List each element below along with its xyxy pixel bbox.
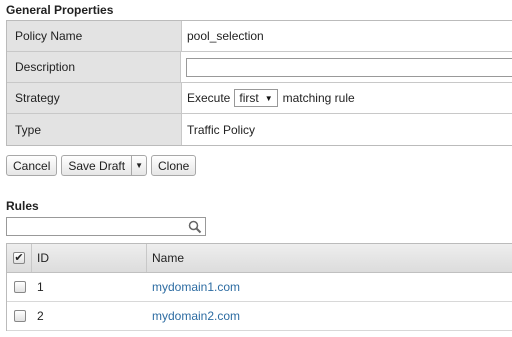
search-icon[interactable]	[188, 220, 202, 234]
policy-name-label: Policy Name	[7, 21, 182, 51]
rules-table-header: ✔ ID Name	[7, 244, 512, 273]
chevron-down-icon: ▼	[264, 93, 273, 103]
table-row: 1 mydomain1.com	[7, 273, 512, 302]
rule-name-link[interactable]: mydomain2.com	[152, 309, 240, 323]
strategy-select-value: first	[239, 91, 259, 105]
select-all-checkbox[interactable]: ✔	[13, 252, 25, 264]
description-row: Description	[7, 52, 512, 83]
strategy-select[interactable]: first ▼	[234, 89, 278, 107]
save-draft-button[interactable]: Save Draft	[61, 155, 132, 176]
policy-name-value: pool_selection	[182, 21, 512, 51]
table-row: 2 mydomain2.com	[7, 302, 512, 331]
cancel-button[interactable]: Cancel	[6, 155, 58, 176]
rules-search-input[interactable]	[6, 217, 206, 236]
description-label: Description	[7, 52, 181, 82]
column-header-id[interactable]: ID	[32, 244, 147, 272]
strategy-row: Strategy Execute first ▼ matching rule	[7, 83, 512, 114]
description-input[interactable]	[186, 57, 512, 77]
action-buttons: Cancel Save Draft ▼ Clone	[6, 155, 197, 176]
row-checkbox[interactable]	[13, 310, 26, 322]
strategy-suffix: matching rule	[282, 91, 355, 105]
rule-id: 1	[37, 280, 44, 294]
strategy-prefix: Execute	[187, 91, 231, 105]
type-row: Type Traffic Policy	[7, 114, 512, 145]
chevron-down-icon: ▼	[135, 161, 143, 170]
type-value: Traffic Policy	[182, 114, 512, 145]
rules-table: ✔ ID Name 1 mydomain1.com 2 mydomain2.co…	[6, 243, 512, 331]
column-header-name[interactable]: Name	[147, 244, 512, 272]
checkmark-icon: ✔	[14, 251, 24, 264]
rule-name-link[interactable]: mydomain1.com	[152, 280, 240, 294]
rule-id: 2	[37, 309, 44, 323]
clone-button[interactable]: Clone	[150, 155, 197, 176]
general-properties-title: General Properties	[6, 3, 114, 17]
save-draft-dropdown-button[interactable]: ▼	[131, 155, 147, 176]
general-properties-table: Policy Name pool_selection Description S…	[6, 20, 512, 146]
policy-name-row: Policy Name pool_selection	[7, 21, 512, 52]
save-draft-split-button: Save Draft ▼	[61, 155, 147, 176]
strategy-label: Strategy	[7, 83, 182, 113]
row-checkbox[interactable]	[13, 281, 26, 293]
type-label: Type	[7, 114, 182, 145]
rules-title: Rules	[6, 199, 39, 213]
